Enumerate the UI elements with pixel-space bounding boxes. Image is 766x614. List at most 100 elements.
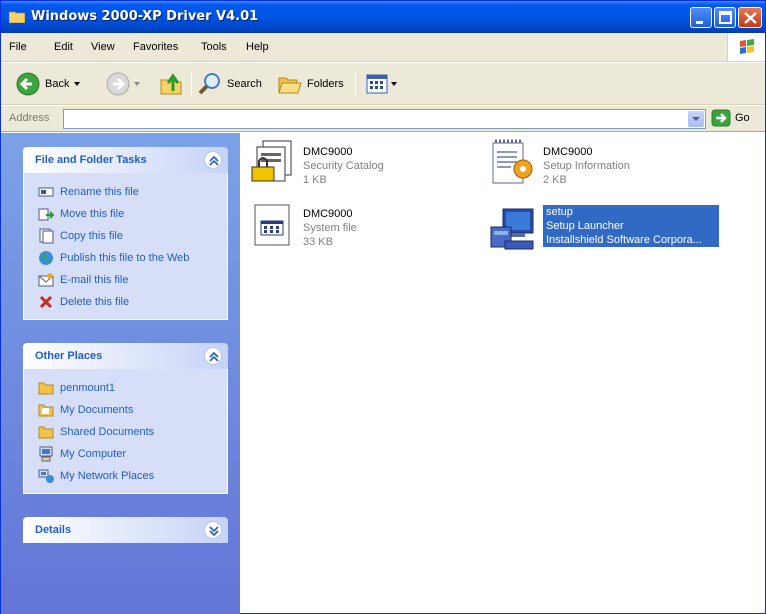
place-label: penmount1 xyxy=(60,382,116,394)
place-shared-documents[interactable]: Shared Documents xyxy=(24,421,227,443)
back-button[interactable]: Back xyxy=(15,70,83,98)
setup-information-icon xyxy=(492,139,533,184)
file-name: DMC9000 xyxy=(543,146,593,158)
panel-title: Other Places xyxy=(35,350,103,362)
file-type: Setup Launcher xyxy=(543,219,719,233)
file-company: Installshield Software Corpora... xyxy=(543,233,719,247)
folder-icon xyxy=(38,382,54,395)
file-item-dmc9000-sys[interactable]: DMC9000 System file 33 KB xyxy=(249,201,357,261)
menu-view[interactable]: View xyxy=(91,41,115,53)
toolbar: Back Search Folders xyxy=(1,63,765,105)
up-folder-button[interactable] xyxy=(159,70,185,98)
menu-edit[interactable]: Edit xyxy=(54,41,73,53)
file-folder-tasks-panel: File and Folder Tasks Rename this file M… xyxy=(23,147,228,320)
chevron-down-icon xyxy=(692,117,700,121)
close-button[interactable] xyxy=(738,7,762,28)
go-button[interactable]: Go xyxy=(711,109,750,127)
task-label: Copy this file xyxy=(60,230,123,242)
move-icon xyxy=(38,208,54,221)
up-folder-icon xyxy=(160,73,182,95)
address-input[interactable] xyxy=(63,109,706,129)
search-icon xyxy=(198,73,220,95)
expand-button[interactable] xyxy=(204,521,222,539)
folder-icon xyxy=(38,426,54,439)
minimize-button[interactable] xyxy=(690,7,712,28)
toolbar-separator xyxy=(355,71,356,97)
task-email-file[interactable]: E-mail this file xyxy=(24,269,227,291)
menu-file[interactable]: File xyxy=(9,41,27,53)
folders-button[interactable]: Folders xyxy=(277,70,344,98)
place-my-documents[interactable]: My Documents xyxy=(24,399,227,421)
place-my-network-places[interactable]: My Network Places xyxy=(24,465,227,487)
address-label: Address xyxy=(9,112,50,124)
task-move-file[interactable]: Move this file xyxy=(24,203,227,225)
file-size: 2 KB xyxy=(543,174,567,186)
menu-favorites[interactable]: Favorites xyxy=(133,41,178,53)
double-chevron-up-icon xyxy=(209,155,219,166)
file-name: DMC9000 xyxy=(303,146,353,158)
folder-icon xyxy=(38,404,54,417)
menu-help[interactable]: Help xyxy=(246,41,269,53)
collapse-button[interactable] xyxy=(204,347,222,365)
panel-title: File and Folder Tasks xyxy=(35,154,147,166)
place-label: My Network Places xyxy=(60,470,155,482)
folders-icon xyxy=(278,77,302,94)
place-label: Shared Documents xyxy=(60,426,155,438)
email-icon xyxy=(38,273,54,287)
panel-header[interactable]: File and Folder Tasks xyxy=(23,147,228,173)
menu-bar: File Edit View Favorites Tools Help xyxy=(1,33,765,62)
network-icon xyxy=(38,469,54,483)
chevron-down-icon[interactable] xyxy=(131,79,143,89)
file-name: DMC9000 xyxy=(303,208,353,220)
task-label: Delete this file xyxy=(60,296,130,308)
address-dropdown-button[interactable] xyxy=(688,111,704,127)
toolbar-separator xyxy=(191,71,192,97)
task-label: Rename this file xyxy=(60,186,139,198)
setup-launcher-icon xyxy=(490,208,534,250)
panel-header[interactable]: Other Places xyxy=(23,343,228,369)
file-item-dmc9000-cat[interactable]: DMC9000 Security Catalog 1 KB xyxy=(249,139,384,199)
file-item-dmc9000-inf[interactable]: DMC9000 Setup Information 2 KB xyxy=(489,139,630,199)
collapse-button[interactable] xyxy=(204,151,222,169)
file-type: Setup Information xyxy=(543,160,630,172)
globe-icon xyxy=(39,251,53,265)
copy-icon xyxy=(39,228,54,244)
forward-button[interactable] xyxy=(105,70,143,98)
menu-tools[interactable]: Tools xyxy=(201,41,227,53)
minimize-icon xyxy=(696,21,703,24)
chevron-down-icon[interactable] xyxy=(69,79,83,89)
details-panel: Details xyxy=(23,517,228,543)
file-type: System file xyxy=(303,222,357,234)
file-meta: DMC9000 Setup Information 2 KB xyxy=(543,139,630,199)
panel-header[interactable]: Details xyxy=(23,517,228,543)
system-file-icon xyxy=(254,204,290,246)
panel-title: Details xyxy=(35,524,72,536)
title-bar[interactable]: Windows 2000-XP Driver V4.01 xyxy=(1,1,765,33)
search-label: Search xyxy=(227,78,262,90)
maximize-button[interactable] xyxy=(714,7,736,28)
task-pane: File and Folder Tasks Rename this file M… xyxy=(1,133,240,614)
task-rename-file[interactable]: Rename this file xyxy=(24,181,227,203)
place-penmount1[interactable]: penmount1 xyxy=(24,377,227,399)
double-chevron-up-icon xyxy=(209,351,219,362)
place-my-computer[interactable]: My Computer xyxy=(24,443,227,465)
address-bar: Address Go xyxy=(1,106,765,132)
views-button[interactable] xyxy=(365,70,399,98)
security-catalog-icon xyxy=(251,140,292,182)
file-name: setup xyxy=(543,205,719,219)
double-chevron-down-icon xyxy=(209,526,219,537)
task-copy-file[interactable]: Copy this file xyxy=(24,225,227,247)
search-button[interactable]: Search xyxy=(197,70,262,98)
file-list-view[interactable]: DMC9000 Security Catalog 1 KB DMC9000 Se… xyxy=(241,133,765,613)
task-delete-file[interactable]: Delete this file xyxy=(24,291,227,313)
file-item-setup[interactable]: setup Setup Launcher Installshield Softw… xyxy=(489,205,719,265)
folder-icon xyxy=(9,11,25,23)
computer-icon xyxy=(39,446,53,462)
windows-logo-icon xyxy=(727,33,765,61)
task-label: Publish this file to the Web xyxy=(60,252,190,264)
folders-label: Folders xyxy=(307,78,344,90)
chevron-down-icon[interactable] xyxy=(389,79,399,89)
task-publish-web[interactable]: Publish this file to the Web xyxy=(24,247,227,269)
forward-arrow-icon xyxy=(106,72,130,96)
file-meta: setup Setup Launcher Installshield Softw… xyxy=(543,205,719,265)
